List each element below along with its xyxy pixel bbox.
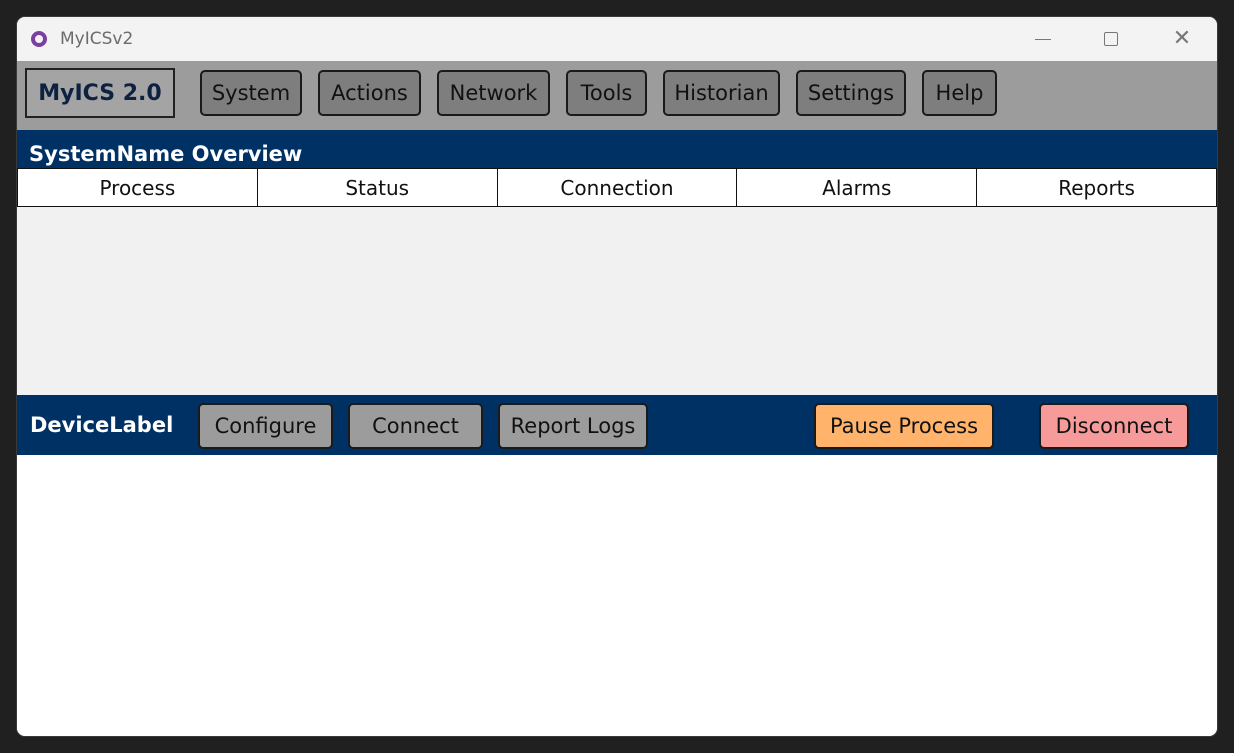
minimize-icon: [1035, 38, 1051, 40]
menu-tools-button[interactable]: Tools: [566, 70, 647, 116]
overview-content-panel: [17, 207, 1217, 395]
device-content-area: [17, 455, 1217, 736]
tab-alarms[interactable]: Alarms: [737, 168, 978, 207]
tab-status[interactable]: Status: [257, 168, 498, 207]
minimize-button[interactable]: [1020, 17, 1066, 61]
menu-historian-button[interactable]: Historian: [663, 70, 780, 116]
menu-settings-button[interactable]: Settings: [796, 70, 906, 116]
maximize-button[interactable]: [1088, 17, 1134, 61]
overview-header: SystemName Overview: [17, 130, 1217, 168]
close-button[interactable]: ✕: [1159, 17, 1205, 61]
tab-process[interactable]: Process: [17, 168, 258, 207]
menu-network-button[interactable]: Network: [437, 70, 550, 116]
brand-logo: MyICS 2.0: [25, 68, 175, 118]
app-logo-icon: [31, 31, 47, 47]
tab-connection[interactable]: Connection: [497, 168, 738, 207]
menu-actions-button[interactable]: Actions: [318, 70, 421, 116]
menu-help-button[interactable]: Help: [922, 70, 997, 116]
title-bar[interactable]: MyICSv2 ✕: [17, 17, 1217, 61]
device-label: DeviceLabel: [30, 413, 174, 437]
overview-title: SystemName Overview: [29, 142, 303, 166]
app-window: MyICSv2 ✕ MyICS 2.0 System Actions Netwo…: [17, 17, 1217, 736]
menu-system-button[interactable]: System: [200, 70, 302, 116]
maximize-icon: [1104, 32, 1118, 46]
report-logs-button[interactable]: Report Logs: [498, 403, 648, 449]
device-bar: DeviceLabel Configure Connect Report Log…: [17, 395, 1217, 455]
tab-reports[interactable]: Reports: [977, 168, 1217, 207]
configure-button[interactable]: Configure: [198, 403, 333, 449]
close-icon: ✕: [1172, 26, 1192, 51]
overview-tabs: Process Status Connection Alarms Reports: [17, 168, 1217, 207]
window-title: MyICSv2: [60, 29, 134, 49]
pause-process-button[interactable]: Pause Process: [814, 403, 994, 449]
disconnect-button[interactable]: Disconnect: [1039, 403, 1189, 449]
connect-button[interactable]: Connect: [348, 403, 483, 449]
